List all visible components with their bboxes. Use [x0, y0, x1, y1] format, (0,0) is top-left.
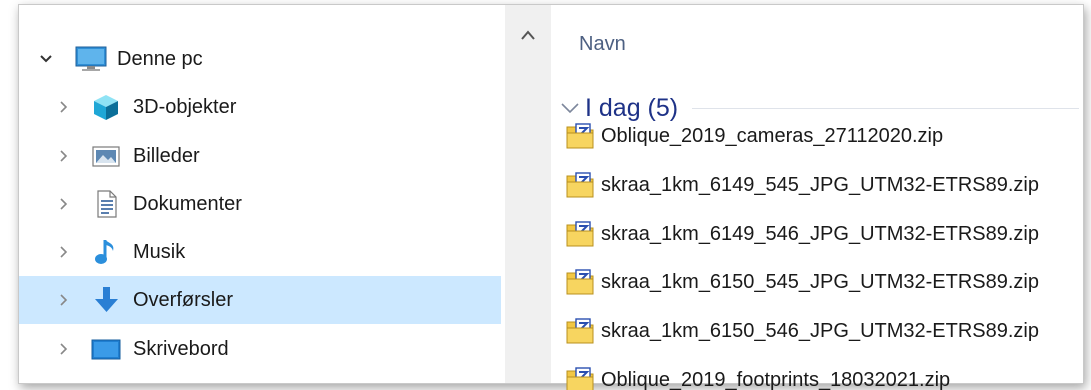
- chevron-right-icon[interactable]: [55, 195, 73, 213]
- documents-icon: [91, 189, 121, 219]
- file-name: skraa_1km_6149_545_JPG_UTM32-ETRS89.zip: [601, 173, 1039, 196]
- zip-folder-icon: [565, 219, 595, 249]
- zip-folder-icon: [565, 316, 595, 346]
- nav-item-this-pc[interactable]: Denne pc: [19, 35, 501, 83]
- nav-item-label: Overførsler: [133, 288, 233, 311]
- column-header-name[interactable]: Navn: [579, 33, 626, 56]
- navigation-pane: Denne pc 3D-objekter Billeder Dokumenter…: [19, 5, 505, 383]
- computer-icon: [73, 44, 109, 74]
- nav-item-label: Skrivebord: [133, 337, 229, 360]
- zip-folder-icon: [565, 267, 595, 297]
- chevron-down-icon[interactable]: [37, 50, 55, 68]
- desktop-icon: [91, 334, 121, 364]
- file-row[interactable]: Oblique_2019_cameras_27112020.zip: [565, 116, 943, 156]
- file-row[interactable]: skraa_1km_6150_546_JPG_UTM32-ETRS89.zip: [565, 311, 1039, 351]
- nav-scrollbar[interactable]: [505, 5, 551, 383]
- nav-item-desktop[interactable]: Skrivebord: [19, 325, 501, 373]
- file-list-pane: Navn I dag (5) Oblique_2019_cameras_2711…: [551, 5, 1083, 390]
- zip-folder-icon: [565, 170, 595, 200]
- file-explorer-window: Denne pc 3D-objekter Billeder Dokumenter…: [18, 4, 1084, 390]
- file-name: skraa_1km_6149_546_JPG_UTM32-ETRS89.zip: [601, 222, 1039, 245]
- file-name: Oblique_2019_footprints_18032021.zip: [601, 368, 951, 390]
- file-row[interactable]: skraa_1km_6149_546_JPG_UTM32-ETRS89.zip: [565, 214, 1039, 254]
- nav-item-pictures[interactable]: Billeder: [19, 132, 501, 180]
- chevron-right-icon[interactable]: [55, 291, 73, 309]
- chevron-right-icon[interactable]: [55, 98, 73, 116]
- chevron-right-icon[interactable]: [55, 340, 73, 358]
- pictures-icon: [91, 141, 121, 171]
- nav-item-label: Billeder: [133, 144, 200, 167]
- zip-folder-icon: [565, 121, 595, 151]
- file-row[interactable]: skraa_1km_6150_545_JPG_UTM32-ETRS89.zip: [565, 262, 1039, 302]
- group-divider: [692, 107, 1079, 109]
- chevron-right-icon[interactable]: [55, 243, 73, 261]
- music-icon: [91, 237, 121, 267]
- nav-item-label: Dokumenter: [133, 192, 242, 215]
- nav-item-3d-objects[interactable]: 3D-objekter: [19, 83, 501, 131]
- nav-root-label: Denne pc: [117, 47, 203, 70]
- file-name: skraa_1km_6150_545_JPG_UTM32-ETRS89.zip: [601, 270, 1039, 293]
- nav-item-documents[interactable]: Dokumenter: [19, 180, 501, 228]
- 3d-objects-icon: [91, 92, 121, 122]
- nav-item-downloads[interactable]: Overførsler: [19, 276, 501, 324]
- file-row[interactable]: Oblique_2019_footprints_18032021.zip: [565, 360, 950, 390]
- nav-item-music[interactable]: Musik: [19, 228, 501, 276]
- downloads-icon: [91, 285, 121, 315]
- nav-item-label: 3D-objekter: [133, 95, 237, 118]
- file-name: skraa_1km_6150_546_JPG_UTM32-ETRS89.zip: [601, 319, 1039, 342]
- file-row[interactable]: skraa_1km_6149_545_JPG_UTM32-ETRS89.zip: [565, 165, 1039, 205]
- zip-folder-icon: [565, 365, 595, 390]
- nav-item-label: Musik: [133, 240, 186, 263]
- file-name: Oblique_2019_cameras_27112020.zip: [601, 124, 944, 147]
- chevron-right-icon[interactable]: [55, 147, 73, 165]
- scroll-up-arrow-icon[interactable]: [515, 25, 541, 45]
